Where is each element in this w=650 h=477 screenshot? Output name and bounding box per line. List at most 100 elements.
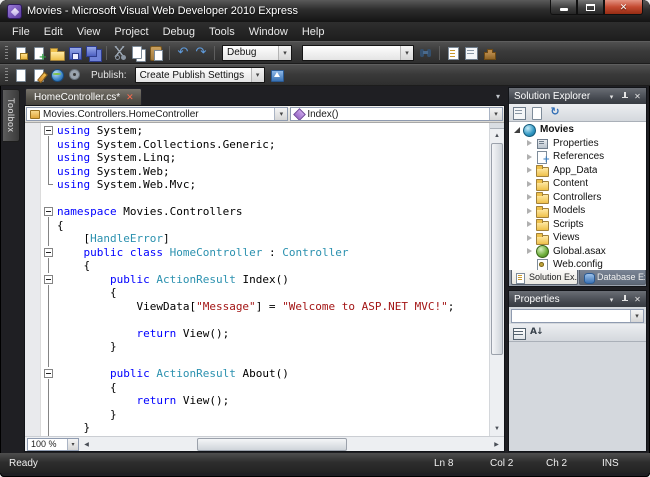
- scroll-down-icon[interactable]: ▼: [490, 422, 504, 436]
- chevron-down-icon[interactable]: ▾: [67, 439, 78, 450]
- expander-icon[interactable]: [525, 246, 535, 256]
- zoom-combo[interactable]: 100 % ▾: [27, 438, 79, 451]
- code-line[interactable]: return View();: [57, 394, 489, 408]
- expander-icon[interactable]: [525, 233, 535, 243]
- types-combo[interactable]: Movies.Controllers.HomeController ▾: [26, 107, 288, 121]
- code-line[interactable]: using System.Web.Mvc;: [57, 178, 489, 192]
- tree-item-scripts[interactable]: Scripts: [509, 218, 646, 232]
- code-line[interactable]: using System.Web;: [57, 165, 489, 179]
- menu-item-window[interactable]: Window: [242, 24, 295, 40]
- properties-object-combo[interactable]: ▾: [511, 309, 644, 323]
- expander-icon[interactable]: [525, 152, 535, 162]
- tab-database-ex[interactable]: Database Ex...: [579, 270, 646, 285]
- toolbox-icon[interactable]: [481, 45, 497, 61]
- chevron-down-icon[interactable]: ▾: [630, 310, 643, 322]
- expander-icon[interactable]: [525, 165, 535, 175]
- fold-toggle-icon[interactable]: [41, 246, 57, 260]
- window-position-icon[interactable]: [605, 90, 618, 102]
- minimize-button[interactable]: [550, 0, 577, 15]
- undo-icon[interactable]: [175, 45, 191, 61]
- document-tab-homecontroller[interactable]: HomeController.cs* ✕: [25, 88, 142, 105]
- code-line[interactable]: using System.Collections.Generic;: [57, 138, 489, 152]
- scroll-left-icon[interactable]: ◀: [79, 437, 94, 452]
- scroll-up-icon[interactable]: ▲: [490, 129, 504, 143]
- title-bar[interactable]: Movies - Microsoft Visual Web Developer …: [0, 0, 650, 22]
- categorized-icon[interactable]: [511, 325, 527, 341]
- menu-item-file[interactable]: File: [5, 24, 37, 40]
- vertical-scroll-thumb[interactable]: [491, 143, 503, 355]
- save-all-icon[interactable]: [85, 45, 101, 61]
- expander-icon[interactable]: [525, 179, 535, 189]
- close-icon[interactable]: [631, 90, 644, 102]
- fold-toggle-icon[interactable]: [41, 205, 57, 219]
- publish-profile-combo[interactable]: Create Publish Settings ▾: [135, 67, 265, 83]
- solution-explorer-titlebar[interactable]: Solution Explorer: [509, 88, 646, 104]
- code-line[interactable]: ViewData["Message"] = "Welcome to ASP.NE…: [57, 300, 489, 314]
- fold-toggle-icon[interactable]: [41, 367, 57, 381]
- edit-icon[interactable]: [31, 67, 47, 83]
- properties-window-icon[interactable]: [463, 45, 479, 61]
- properties-window-icon[interactable]: [511, 105, 527, 121]
- editor-horizontal-scrollbar[interactable]: ◀ ▶: [79, 437, 504, 452]
- publish-icon[interactable]: [269, 67, 285, 83]
- active-files-chevron-icon[interactable]: ▾: [496, 92, 500, 101]
- horizontal-scroll-thumb[interactable]: [197, 438, 347, 451]
- pin-icon[interactable]: [618, 90, 631, 102]
- globe-icon[interactable]: [49, 67, 65, 83]
- add-new-item-icon[interactable]: [31, 45, 47, 61]
- copy-icon[interactable]: [130, 45, 146, 61]
- code-line[interactable]: }: [57, 421, 489, 435]
- expander-icon[interactable]: [525, 206, 535, 216]
- document-icon[interactable]: [13, 67, 29, 83]
- code-line[interactable]: public ActionResult About(): [57, 367, 489, 381]
- code-line[interactable]: public class HomeController : Controller: [57, 246, 489, 260]
- code-line[interactable]: {: [57, 219, 489, 233]
- menu-item-help[interactable]: Help: [295, 24, 332, 40]
- cut-icon[interactable]: [112, 45, 128, 61]
- menu-item-project[interactable]: Project: [107, 24, 155, 40]
- expander-icon[interactable]: [512, 125, 522, 135]
- tree-item-models[interactable]: Models: [509, 204, 646, 218]
- close-button[interactable]: [604, 0, 643, 15]
- indicator-margin[interactable]: [25, 123, 41, 436]
- menu-item-tools[interactable]: Tools: [202, 24, 242, 40]
- menu-item-view[interactable]: View: [70, 24, 108, 40]
- tree-item-content[interactable]: Content: [509, 177, 646, 191]
- properties-titlebar[interactable]: Properties: [509, 291, 646, 307]
- tree-item-controllers[interactable]: Controllers: [509, 191, 646, 205]
- code-line[interactable]: public ActionResult Index(): [57, 273, 489, 287]
- code-line[interactable]: [57, 354, 489, 368]
- code-line[interactable]: [57, 192, 489, 206]
- scroll-right-icon[interactable]: ▶: [489, 437, 504, 452]
- save-icon[interactable]: [67, 45, 83, 61]
- show-all-files-icon[interactable]: [529, 105, 545, 121]
- code-area[interactable]: using System;using System.Collections.Ge…: [57, 123, 489, 436]
- window-position-icon[interactable]: [605, 293, 618, 305]
- fold-toggle-icon[interactable]: [41, 124, 57, 138]
- find-combo[interactable]: ▾: [302, 45, 414, 61]
- code-line[interactable]: }: [57, 340, 489, 354]
- pin-icon[interactable]: [618, 293, 631, 305]
- code-line[interactable]: return View();: [57, 327, 489, 341]
- menu-item-debug[interactable]: Debug: [156, 24, 202, 40]
- redo-icon[interactable]: [193, 45, 209, 61]
- open-file-icon[interactable]: [49, 45, 65, 61]
- tree-item-movies[interactable]: Movies: [509, 123, 646, 137]
- tree-item-references[interactable]: References: [509, 150, 646, 164]
- toolbox-tab[interactable]: Toolbox: [3, 89, 20, 142]
- alphabetical-icon[interactable]: [529, 325, 545, 341]
- solution-explorer-icon[interactable]: [445, 45, 461, 61]
- vertical-scroll-track[interactable]: [490, 143, 504, 422]
- refresh-icon[interactable]: [547, 105, 563, 121]
- tree-item-web-config[interactable]: Web.config: [509, 258, 646, 270]
- editor-vertical-scrollbar[interactable]: ▲ ▼: [489, 123, 504, 436]
- maximize-button[interactable]: [577, 0, 604, 15]
- code-line[interactable]: }: [57, 408, 489, 422]
- new-project-icon[interactable]: [13, 45, 29, 61]
- expander-icon[interactable]: [525, 219, 535, 229]
- code-line[interactable]: using System.Linq;: [57, 151, 489, 165]
- chevron-down-icon[interactable]: ▾: [489, 108, 502, 120]
- code-line[interactable]: {: [57, 381, 489, 395]
- find-icon[interactable]: [418, 45, 434, 61]
- tree-item-properties[interactable]: Properties: [509, 137, 646, 151]
